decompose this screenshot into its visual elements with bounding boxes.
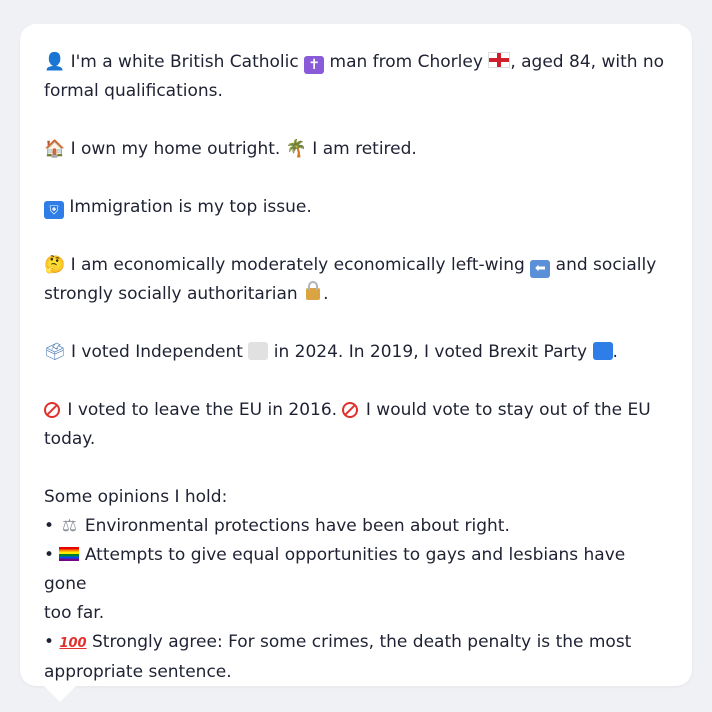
ideology-text-4: .: [323, 284, 329, 304]
passport-control-icon: ⛨: [44, 201, 64, 219]
person-silhouette-icon: 👤: [44, 52, 66, 72]
identity-text-1: I'm a white British Catholic: [70, 52, 299, 72]
opinion-3-text: Strongly agree: For some crimes, the dea…: [91, 632, 632, 652]
house-icon: 🏠: [44, 139, 66, 159]
identity-text-4: formal qualifications.: [44, 81, 223, 101]
issue-text: Immigration is my top issue.: [69, 197, 312, 217]
eu-text-2: I would vote to stay out of the EU: [365, 400, 651, 420]
left-arrow-icon: ⬅: [530, 260, 551, 278]
bullet: •: [44, 516, 55, 536]
list-item: • ⚖ Environmental protections have been …: [44, 512, 668, 541]
balance-scale-icon: ⚖: [61, 516, 78, 536]
ideology-text-3: strongly socially authoritarian: [44, 284, 298, 304]
no-entry-icon: [44, 402, 60, 418]
eu-text-3: today.: [44, 429, 96, 449]
thinking-face-icon: 🤔: [44, 255, 66, 275]
eu-text-1: I voted to leave the EU in 2016.: [67, 400, 338, 420]
vote-text-2: in 2024. In 2019, I voted Brexit Party: [273, 342, 588, 362]
eu-paragraph: I voted to leave the EU in 2016. I would…: [44, 396, 668, 454]
opinion-3-text-continued: appropriate sentence.: [44, 662, 232, 682]
home-paragraph: 🏠 I own my home outright. 🌴 I am retired…: [44, 135, 668, 164]
latin-cross-icon: ✝: [304, 56, 325, 74]
identity-paragraph: 👤 I'm a white British Catholic ✝ man fro…: [44, 48, 668, 106]
ideology-text-1: I am economically moderately economicall…: [70, 255, 525, 275]
profile-card: 👤 I'm a white British Catholic ✝ man fro…: [20, 24, 692, 686]
list-item: • 100 Strongly agree: For some crimes, t…: [44, 628, 668, 658]
opinion-1-text: Environmental protections have been abou…: [84, 516, 510, 536]
identity-text-2: man from Chorley: [329, 52, 483, 72]
palm-tree-icon: 🌴: [285, 139, 307, 159]
lock-icon: [306, 281, 321, 300]
bullet: •: [44, 545, 55, 565]
identity-text-3: , aged 84, with no: [510, 52, 665, 72]
vote-text-1: I voted Independent: [71, 342, 243, 362]
bullet: •: [44, 632, 55, 652]
opinions-heading: Some opinions I hold:: [44, 487, 228, 507]
no-entry-icon: [342, 402, 359, 418]
speech-bubble-tail: [40, 682, 80, 702]
brexit-party-swatch: [592, 342, 613, 360]
list-item: • Attempts to give equal opportunities t…: [44, 541, 668, 599]
opinion-2-text-continued: too far.: [44, 603, 105, 623]
opinions-paragraph: Some opinions I hold: • ⚖ Environmental …: [44, 483, 668, 687]
rainbow-flag-icon: [59, 547, 80, 561]
ballot-box-icon: 🗳: [44, 342, 66, 362]
issue-paragraph: ⛨ Immigration is my top issue.: [44, 193, 668, 222]
ideology-paragraph: 🤔 I am economically moderately economica…: [44, 251, 668, 309]
vote-text-3: .: [612, 342, 618, 362]
vote-paragraph: 🗳 I voted Independent in 2024. In 2019, …: [44, 338, 668, 367]
independent-party-swatch: [248, 342, 269, 360]
hundred-points-icon: 100: [59, 636, 87, 651]
home-text-1: I own my home outright.: [70, 139, 281, 159]
ideology-text-2: and socially: [555, 255, 657, 275]
opinion-2-text: Attempts to give equal opportunities to …: [44, 545, 626, 594]
home-text-2: I am retired.: [312, 139, 417, 159]
england-flag-icon: [488, 52, 511, 68]
